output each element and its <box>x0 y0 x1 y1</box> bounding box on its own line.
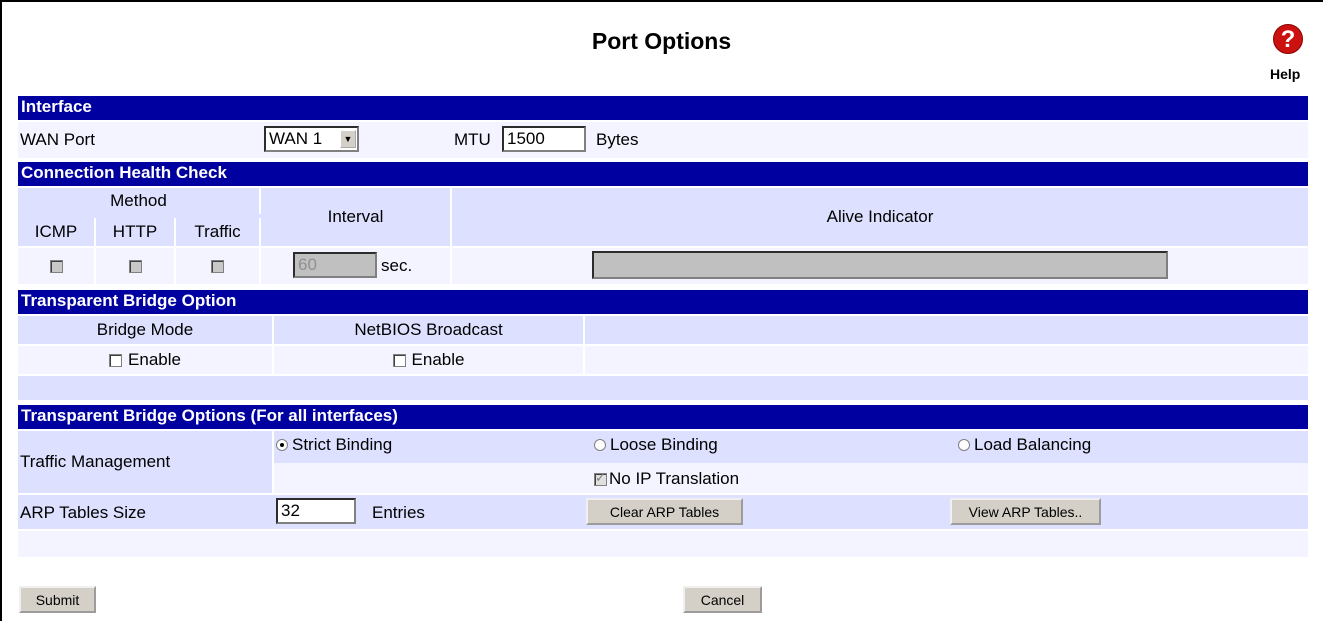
arp-size-label: ARP Tables Size <box>20 503 146 522</box>
no-ip-translation-label: No IP Translation <box>609 469 740 488</box>
arp-size-unit: Entries <box>372 503 425 522</box>
loose-binding-label: Loose Binding <box>610 435 718 454</box>
health-check-row: sec. <box>18 248 1308 284</box>
help-label[interactable]: Help <box>1270 66 1300 82</box>
interval-input[interactable] <box>293 252 377 278</box>
icmp-label: ICMP <box>18 218 96 246</box>
wan-port-select[interactable]: WAN 1 ▼ <box>264 126 359 152</box>
traffic-management-label: Traffic Management <box>18 431 274 493</box>
netbios-enable-label: Enable <box>411 350 465 369</box>
bridge-mode-checkbox[interactable] <box>109 353 123 367</box>
bridge-all-header: Transparent Bridge Options (For all inte… <box>18 405 1308 429</box>
chevron-down-icon[interactable]: ▼ <box>340 130 356 148</box>
cancel-button[interactable]: Cancel <box>683 586 762 613</box>
wan-port-value: WAN 1 <box>269 129 323 148</box>
interface-header: Interface <box>18 96 1308 120</box>
strict-binding-option[interactable]: Strict Binding <box>276 435 392 455</box>
loose-binding-radio[interactable] <box>594 439 606 451</box>
strict-binding-label: Strict Binding <box>292 435 393 454</box>
bridge-all-spacer-row <box>18 531 1308 557</box>
bridge-label-row: Bridge Mode NetBIOS Broadcast <box>18 316 1308 344</box>
bridge-spacer-row <box>18 376 1308 400</box>
health-check-header-row: Method ICMP HTTP Traffic Interval Alive … <box>18 188 1308 246</box>
http-checkbox[interactable] <box>128 259 142 273</box>
method-label: Method <box>18 188 261 214</box>
traffic-checkbox[interactable] <box>211 259 224 273</box>
submit-button[interactable]: Submit <box>19 586 96 613</box>
help-icon[interactable]: ? <box>1273 24 1303 54</box>
bridge-mode-label: Bridge Mode <box>18 316 274 344</box>
page-title: Port Options <box>591 28 732 54</box>
netbios-checkbox[interactable] <box>392 353 406 367</box>
no-ip-translation-checkbox[interactable] <box>594 470 607 486</box>
traffic-label: Traffic <box>176 218 261 246</box>
wan-port-label: WAN Port <box>20 130 95 149</box>
clear-arp-tables-button[interactable]: Clear ARP Tables <box>586 498 743 525</box>
no-ip-translation-option[interactable]: No IP Translation <box>594 469 739 489</box>
health-check-header: Connection Health Check <box>18 162 1308 186</box>
http-label: HTTP <box>96 218 176 246</box>
alive-indicator-field <box>592 251 1168 279</box>
interval-unit: sec. <box>381 256 413 275</box>
interface-row: WAN Port WAN 1 ▼ MTU Bytes <box>18 122 1308 158</box>
bridge-header: Transparent Bridge Option <box>18 290 1308 314</box>
arp-size-input[interactable] <box>276 498 356 524</box>
bridge-mode-enable-label: Enable <box>128 350 181 369</box>
mtu-unit: Bytes <box>596 130 639 149</box>
mtu-label: MTU <box>454 130 491 149</box>
strict-binding-radio[interactable] <box>276 439 288 451</box>
mtu-input[interactable] <box>502 126 586 152</box>
alive-indicator-label: Alive Indicator <box>826 207 934 226</box>
interval-label: Interval <box>261 188 452 246</box>
view-arp-tables-button[interactable]: View ARP Tables.. <box>950 498 1101 525</box>
netbios-label: NetBIOS Broadcast <box>274 316 585 344</box>
icmp-checkbox[interactable] <box>49 259 63 273</box>
traffic-management-row: Traffic Management Strict Binding Loose … <box>18 431 1308 493</box>
loose-binding-option[interactable]: Loose Binding <box>594 435 718 455</box>
arp-row: ARP Tables Size Entries Clear ARP Tables… <box>18 495 1308 529</box>
load-balancing-label: Load Balancing <box>974 435 1092 454</box>
bridge-value-row: Enable Enable <box>18 346 1308 374</box>
load-balancing-option[interactable]: Load Balancing <box>958 435 1091 455</box>
load-balancing-radio[interactable] <box>958 439 970 451</box>
